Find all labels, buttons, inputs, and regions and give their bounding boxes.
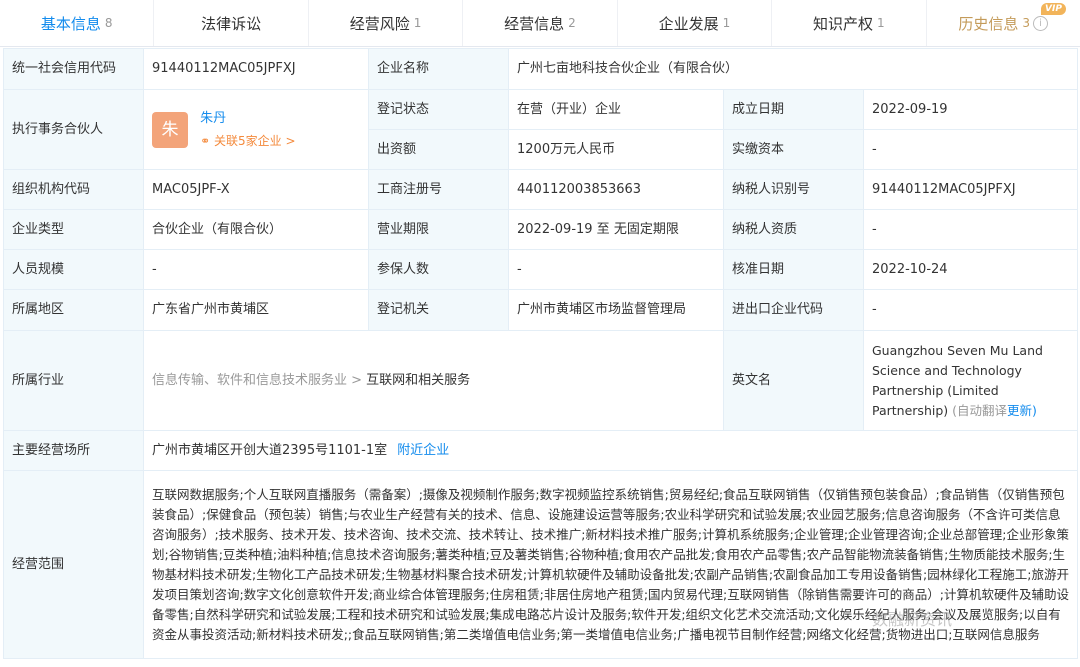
taxpayer-id-value: 91440112MAC05JPFXJ <box>862 169 1079 210</box>
taxpayer-id-label: 纳税人识别号 <box>723 169 864 210</box>
status-label: 登记状态 <box>368 89 509 130</box>
tab-operating-risk[interactable]: 经营风险 1 <box>309 0 464 46</box>
term-label: 营业期限 <box>368 209 509 250</box>
founded-value: 2022-09-19 <box>862 89 1079 130</box>
tab-count: 2 <box>568 16 576 30</box>
nearby-companies-link[interactable]: 附近企业 <box>397 443 449 458</box>
staff-label: 人员规模 <box>3 249 144 290</box>
org-code-label: 组织机构代码 <box>3 169 144 210</box>
capital-value: 1200万元人民币 <box>508 129 724 170</box>
org-code-value: MAC05JPF-X <box>143 169 369 210</box>
tab-basic-info[interactable]: 基本信息 8 <box>0 0 155 46</box>
table-row: 主要经营场所 广州市黄埔区开创大道2395号1101-1室 附近企业 <box>3 430 1079 471</box>
tab-count: 1 <box>877 16 885 30</box>
import-code-value: - <box>862 289 1079 331</box>
tab-label: 基本信息 <box>40 14 101 33</box>
industry-value: 信息传输、软件和信息技术服务业 > 互联网和相关服务 <box>143 330 724 431</box>
table-row: 执行事务合伙人 朱 朱丹 ⚭ 关联5家企业 > 登记状态 在营（开业）企业 成立… <box>3 89 1079 170</box>
avatar[interactable]: 朱 <box>152 111 188 148</box>
approval-label: 核准日期 <box>723 249 864 290</box>
company-name-value: 广州七亩地科技合伙企业（有限合伙） <box>507 48 1079 90</box>
insured-label: 参保人数 <box>368 249 509 290</box>
table-row: 组织机构代码 MAC05JPF-X 工商注册号 440112003853663 … <box>3 169 1079 210</box>
capital-label: 出资额 <box>368 129 509 170</box>
translate-update-link[interactable]: 更新) <box>1007 403 1037 418</box>
tab-count: 1 <box>722 16 731 30</box>
industry-label: 所属行业 <box>3 330 144 431</box>
related-companies-text: 关联5家企业 > <box>214 133 296 148</box>
type-label: 企业类型 <box>3 209 144 250</box>
tab-litigation[interactable]: 法律诉讼 <box>154 0 309 46</box>
credit-code-label: 统一社会信用代码 <box>3 48 144 90</box>
business-scope-value: 互联网数据服务;个人互联网直播服务（需备案）;摄像及视频制作服务;数字视频监控系… <box>142 470 1079 659</box>
staff-value: - <box>143 249 369 290</box>
tab-count: 3 <box>1022 16 1031 30</box>
tab-label: 经营风险 <box>349 14 410 33</box>
tab-label: 历史信息 <box>958 14 1019 33</box>
address-value: 广州市黄埔区开创大道2395号1101-1室 <box>152 442 388 458</box>
table-row: 所属地区 广东省广州市黄埔区 登记机关 广州市黄埔区市场监督管理局 进出口企业代… <box>3 289 1079 331</box>
address-label: 主要经营场所 <box>3 430 144 471</box>
tab-label: 知识产权 <box>812 14 873 33</box>
english-name-label: 英文名 <box>723 330 864 431</box>
auto-translate-note: (自动翻译 <box>952 402 1008 418</box>
import-code-label: 进出口企业代码 <box>723 289 864 331</box>
tab-label: 法律诉讼 <box>201 14 262 33</box>
tab-bar: 基本信息 8 法律诉讼 经营风险 1 经营信息 2 企业发展 1 知识产权 1 VIP 历史… <box>0 0 1080 47</box>
region-value: 广东省广州市黄埔区 <box>143 289 369 331</box>
insured-value: - <box>508 249 724 290</box>
paid-capital-label: 实缴资本 <box>723 129 864 170</box>
partner-info: 朱丹 ⚭ 关联5家企业 > <box>200 109 295 151</box>
partner-label: 执行事务合伙人 <box>3 89 144 170</box>
authority-value: 广州市黄埔区市场监督管理局 <box>508 289 724 331</box>
reg-no-value: 440112003853663 <box>508 169 724 210</box>
tab-operating-info[interactable]: 经营信息 2 <box>463 0 618 46</box>
tab-label: 经营信息 <box>504 14 565 33</box>
region-label: 所属地区 <box>3 289 144 331</box>
info-icon[interactable]: i <box>1033 15 1049 31</box>
partner-cell: 朱 朱丹 ⚭ 关联5家企业 > <box>143 89 369 170</box>
tab-count: 8 <box>104 16 113 30</box>
reg-no-label: 工商注册号 <box>368 169 509 210</box>
table-row: 所属行业 信息传输、软件和信息技术服务业 > 互联网和相关服务 英文名 Guan… <box>3 330 1079 431</box>
company-name-label: 企业名称 <box>368 48 509 90</box>
table-row: 统一社会信用代码 91440112MAC05JPFXJ 企业名称 广州七亩地科技… <box>3 48 1079 90</box>
approval-value: 2022-10-24 <box>862 249 1079 290</box>
authority-label: 登记机关 <box>368 289 509 331</box>
partner-name-link[interactable]: 朱丹 <box>200 109 295 129</box>
vip-badge: VIP <box>1041 3 1066 15</box>
term-value: 2022-09-19 至 无固定期限 <box>508 209 724 250</box>
paid-capital-value: - <box>862 129 1079 170</box>
status-value: 在营（开业）企业 <box>508 89 724 130</box>
related-companies-link[interactable]: ⚭ 关联5家企业 > <box>200 131 295 151</box>
company-info-table: 统一社会信用代码 91440112MAC05JPFXJ 企业名称 广州七亩地科技… <box>3 48 1079 659</box>
tab-ip[interactable]: 知识产权 1 <box>772 0 927 46</box>
tax-qual-label: 纳税人资质 <box>723 209 864 250</box>
network-icon: ⚭ <box>200 133 215 148</box>
table-row: 企业类型 合伙企业（有限合伙） 营业期限 2022-09-19 至 无固定期限 … <box>3 209 1079 250</box>
table-row: 人员规模 - 参保人数 - 核准日期 2022-10-24 <box>3 249 1079 290</box>
table-row: 经营范围 互联网数据服务;个人互联网直播服务（需备案）;摄像及视频制作服务;数字… <box>3 470 1079 659</box>
tab-count: 1 <box>413 16 422 30</box>
type-value: 合伙企业（有限合伙） <box>143 209 369 250</box>
credit-code-value: 91440112MAC05JPFXJ <box>143 48 369 90</box>
tab-label: 企业发展 <box>658 14 719 33</box>
tab-history[interactable]: VIP 历史信息 3 i <box>927 0 1080 46</box>
founded-label: 成立日期 <box>723 89 864 130</box>
industry-parent[interactable]: 信息传输、软件和信息技术服务业 > <box>152 373 362 388</box>
english-name-cell: Guangzhou Seven Mu Land Science and Tech… <box>862 330 1079 431</box>
industry-child[interactable]: 互联网和相关服务 <box>366 373 470 388</box>
scope-label: 经营范围 <box>3 470 144 659</box>
tax-qual-value: - <box>862 209 1079 250</box>
address-cell: 广州市黄埔区开创大道2395号1101-1室 附近企业 <box>142 430 1079 471</box>
tab-development[interactable]: 企业发展 1 <box>618 0 773 46</box>
